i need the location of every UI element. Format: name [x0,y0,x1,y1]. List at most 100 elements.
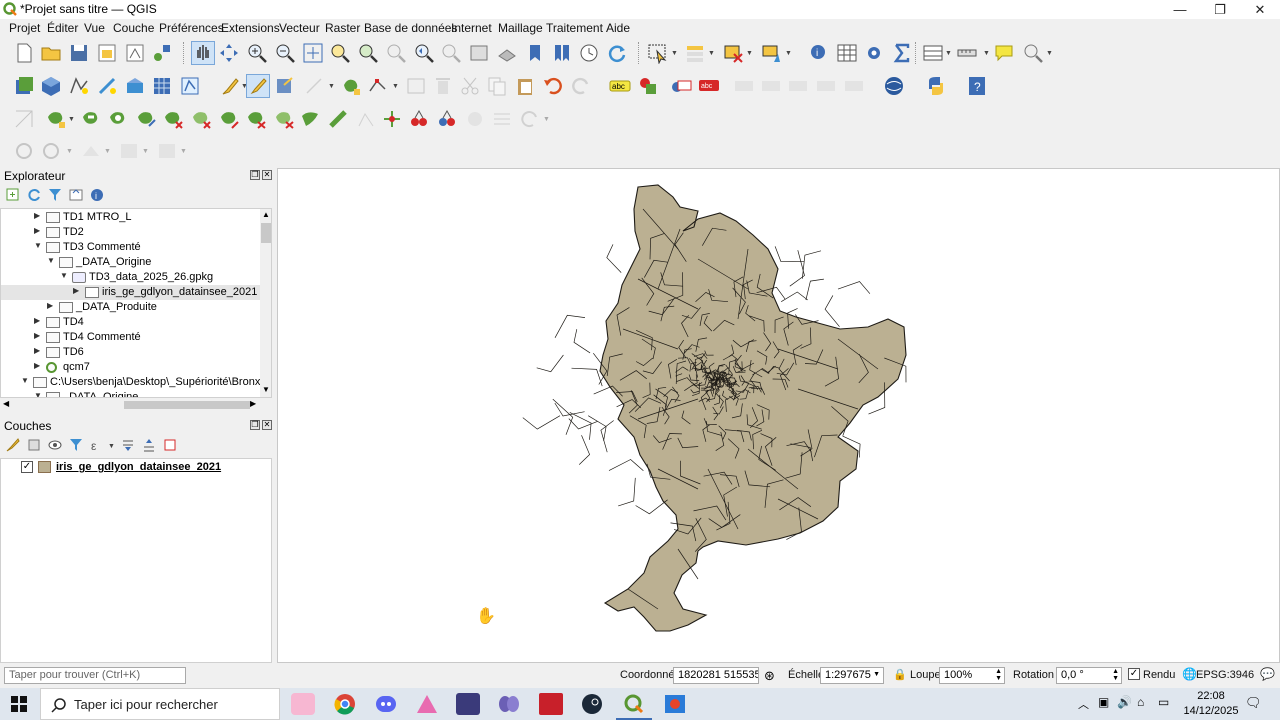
menu-traitement[interactable]: Traitement [546,21,603,35]
qgis-taskbar-icon[interactable] [622,693,646,715]
menu-base-de-donnees[interactable]: Base de données [364,21,457,35]
select-features-icon[interactable] [647,42,669,64]
filter-legend-icon[interactable] [68,437,84,453]
explorer-tree-item[interactable]: ▶ TD4 Commenté [1,330,261,345]
new-3d-view-icon[interactable] [496,42,518,64]
new-print-layout-icon[interactable] [96,42,118,64]
menu-vecteur[interactable]: Vecteur [279,21,320,35]
locator-search-input[interactable]: Taper pour trouver (Ctrl+K) [4,667,186,684]
explorer-horizontal-scrollbar[interactable] [1,397,261,398]
snap-tracing-icon[interactable] [118,140,140,162]
merge-features-icon[interactable] [355,108,377,130]
select-by-value-icon[interactable] [684,42,706,64]
rotate-point-symbols-icon[interactable] [408,108,430,130]
scrollbar-thumb[interactable] [124,401,250,409]
expanded-arrow-icon[interactable]: ▼ [47,256,55,265]
chevron-down-icon[interactable]: ▼ [671,50,678,57]
processing-toolbox-icon[interactable] [863,42,885,64]
label-toolbar-icon[interactable]: abc [609,75,631,97]
help-icon[interactable]: ? [966,75,988,97]
layer-diagram-icon[interactable] [637,75,659,97]
spinbox-arrows-icon[interactable]: ▲ ▼ [995,668,1002,682]
layer-item[interactable]: ✓ iris_ge_gdlyon_datainsee_2021 [21,461,261,476]
delete-ring-icon[interactable] [162,108,184,130]
toggle-editing-icon[interactable] [246,74,270,98]
steam-icon[interactable] [580,693,604,715]
data-source-manager-icon[interactable] [13,75,35,97]
taskbar-time[interactable]: 22:08 [1186,690,1236,702]
chevron-down-icon[interactable]: ▼ [543,116,550,123]
menu-vue[interactable]: Vue [84,21,105,35]
chevron-down-icon[interactable]: ▼ [392,83,399,90]
collapsed-arrow-icon[interactable]: ▶ [34,361,40,370]
chevron-down-icon[interactable]: ▼ [983,50,990,57]
undo-icon[interactable] [542,75,564,97]
tray-battery-icon[interactable]: ▭ [1158,695,1169,709]
menu-raster[interactable]: Raster [325,21,360,35]
temporal-controller-icon[interactable] [578,42,600,64]
save-project-icon[interactable] [68,42,90,64]
magnifier-spinbox[interactable]: 100% ▲ ▼ [939,667,1005,684]
attribute-table-icon[interactable] [836,42,858,64]
add-group-icon[interactable] [26,437,42,453]
rotate-feature-icon[interactable] [273,108,295,130]
chevron-down-icon[interactable]: ▼ [142,148,149,155]
offset-curve-icon[interactable] [218,108,240,130]
new-temporary-layer-icon[interactable] [96,75,118,97]
layer-visibility-checkbox[interactable]: ✓ [21,461,33,473]
zoom-native-icon[interactable] [385,42,407,64]
new-map-view-icon[interactable] [468,42,490,64]
copy-features-icon[interactable] [486,75,508,97]
explorer-tree-item[interactable]: ▼ C:\Users\benja\Desktop\_Supériorité\Bro… [1,375,271,390]
scroll-right-icon[interactable]: ▶ [250,399,256,408]
show-bookmarks-icon[interactable] [551,42,573,64]
close-panel-button[interactable]: ✕ [262,170,272,180]
menu-preferences[interactable]: Préférences [159,21,224,35]
tray-volume-icon[interactable]: 🔊 [1117,695,1132,709]
reshape-icon[interactable] [135,108,157,130]
menu-aide[interactable]: Aide [606,21,630,35]
chevron-down-icon[interactable]: ▼ [945,50,952,57]
pan-map-icon[interactable] [191,41,215,65]
refresh-icon[interactable] [26,187,42,203]
undock-panel-button[interactable]: ❐ [250,170,260,180]
zoom-full-icon[interactable] [302,42,324,64]
expanded-arrow-icon[interactable]: ▼ [21,376,29,385]
scroll-up-icon[interactable]: ▲ [262,210,270,219]
coordinate-field[interactable]: 1820281 5155350 [673,667,759,684]
expand-all-icon[interactable] [120,437,136,453]
spinbox-arrows-icon[interactable]: ▲ ▼ [1112,668,1119,682]
scroll-left-icon[interactable]: ◀ [3,399,9,408]
explorer-tree-item[interactable]: ▶ TD6 [1,345,261,360]
tray-network-icon[interactable]: ▣ [1098,695,1109,709]
crs-globe-icon[interactable]: 🌐 [1182,667,1197,681]
snap-topology-icon[interactable] [80,140,102,162]
chevron-down-icon[interactable]: ▼ [1046,50,1053,57]
open-field-calculator-icon[interactable] [922,42,944,64]
fill-ring-icon[interactable] [107,108,129,130]
notification-center-icon[interactable]: 🗨 [1245,695,1262,711]
windows-start-icon[interactable] [11,696,27,712]
maximize-button[interactable]: ❐ [1200,0,1240,19]
add-raster-layer-icon[interactable] [151,75,173,97]
zoom-out-icon[interactable] [274,42,296,64]
scrollbar-thumb[interactable] [261,223,271,243]
filter-icon[interactable] [47,187,63,203]
add-ring-icon[interactable] [45,108,67,130]
add-vector-tile-layer-icon[interactable] [179,75,201,97]
chevron-down-icon[interactable]: ▼ [873,671,880,678]
scale-combo[interactable]: 1:297675 ▼ [820,667,884,684]
app-butterfly-icon[interactable] [497,693,521,715]
new-bookmark-icon[interactable] [524,42,546,64]
snap-self-icon[interactable] [156,140,178,162]
redo-edit-icon[interactable] [519,108,541,130]
explorer-tree-item[interactable]: ▶ qcm7 [1,360,261,375]
refresh-icon[interactable] [606,42,628,64]
taskbar-search-box[interactable]: Taper ici pour rechercher [40,688,280,720]
crs-button[interactable]: EPSG:3946 [1196,669,1254,681]
explorer-vertical-scrollbar[interactable]: ▲ ▼ [260,209,271,397]
undock-panel-button[interactable]: ❐ [250,420,260,430]
chevron-down-icon[interactable]: ▼ [104,148,111,155]
explorer-tree[interactable]: ▶ TD1 MTRO_L ▶ TD2 ▼ TD3 Commenté ▼ _DATA_Origi… [0,208,272,398]
reverse-line-icon[interactable] [464,108,486,130]
